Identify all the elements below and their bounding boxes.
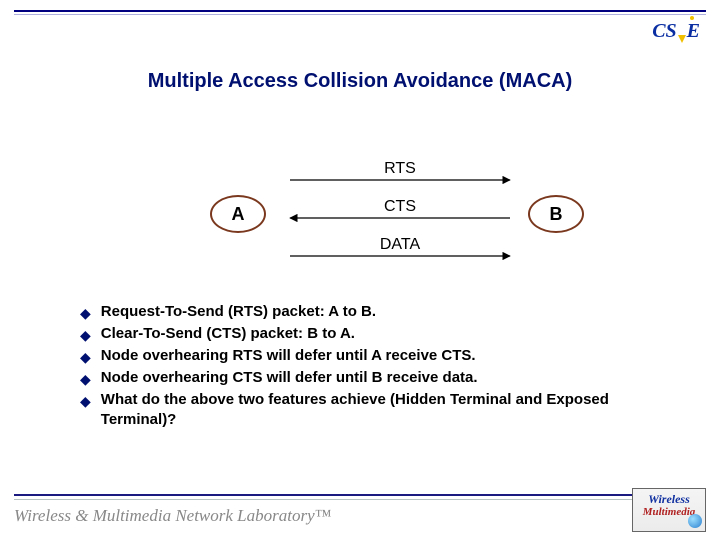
bullet-item: ◆ Node overhearing CTS will defer until … [80,368,680,388]
bullet-icon: ◆ [80,391,91,411]
cse-logo-e: E [687,20,700,42]
bullet-icon: ◆ [80,369,91,389]
slide-title: Multiple Access Collision Avoidance (MAC… [0,70,720,93]
bullet-text: Clear-To-Send (CTS) packet: B to A. [101,324,355,344]
bullet-icon: ◆ [80,303,91,323]
footer-lab-name: Wireless & Multimedia Network Laboratory… [14,506,331,526]
bullet-icon: ◆ [80,347,91,367]
cse-logo-triangle-icon [678,35,686,43]
footer-rule [14,494,706,496]
globe-icon [688,514,702,528]
bullet-text: Node overhearing CTS will defer until B … [101,368,478,388]
bullet-icon: ◆ [80,325,91,345]
bullet-item: ◆ Request-To-Send (RTS) packet: A to B. [80,302,680,322]
bullet-list: ◆ Request-To-Send (RTS) packet: A to B. … [80,300,680,432]
wm-logo-line1: Wireless [633,492,705,507]
bullet-text: What do the above two features achieve (… [101,390,680,430]
cse-logo: CS E [652,20,700,43]
cse-logo-cs: CS [652,20,676,42]
bullet-text: Node overhearing RTS will defer until A … [101,346,476,366]
label-cts: CTS [360,198,440,216]
top-rule [14,10,706,12]
bullet-item: ◆ Node overhearing RTS will defer until … [80,346,680,366]
bullet-item: ◆ What do the above two features achieve… [80,390,680,430]
label-rts: RTS [360,160,440,178]
bullet-item: ◆ Clear-To-Send (CTS) packet: B to A. [80,324,680,344]
bullet-text: Request-To-Send (RTS) packet: A to B. [101,302,376,322]
maca-diagram: A B RTS CTS DATA [0,140,720,290]
wireless-multimedia-logo: Wireless Multimedia [632,488,706,532]
footer-rule-shadow [14,499,706,500]
label-data: DATA [360,236,440,254]
top-rule-shadow [14,14,706,15]
cse-logo-dot-icon [690,16,694,20]
